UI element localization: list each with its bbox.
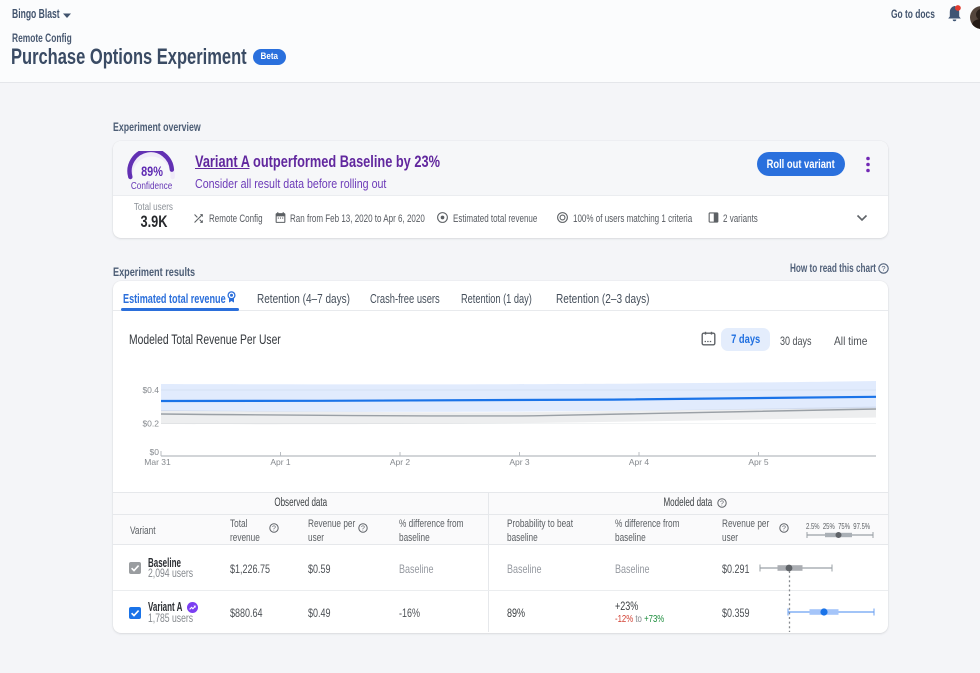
svg-text:?: ? xyxy=(782,526,786,533)
svg-text:$0.4: $0.4 xyxy=(142,385,159,395)
svg-text:?: ? xyxy=(361,526,365,533)
svg-text:?: ? xyxy=(881,264,885,273)
svg-text:Apr 3: Apr 3 xyxy=(509,457,530,467)
svg-text:$0: $0 xyxy=(150,447,160,457)
svg-text:Mar 31: Mar 31 xyxy=(144,457,171,467)
svg-text:Apr 1: Apr 1 xyxy=(270,457,291,467)
svg-text:Apr 5: Apr 5 xyxy=(748,457,769,467)
svg-text:Apr 4: Apr 4 xyxy=(629,457,650,467)
svg-text:?: ? xyxy=(720,501,724,508)
svg-text:?: ? xyxy=(272,526,276,533)
svg-text:$0.2: $0.2 xyxy=(142,419,159,429)
svg-text:Apr 2: Apr 2 xyxy=(390,457,411,467)
